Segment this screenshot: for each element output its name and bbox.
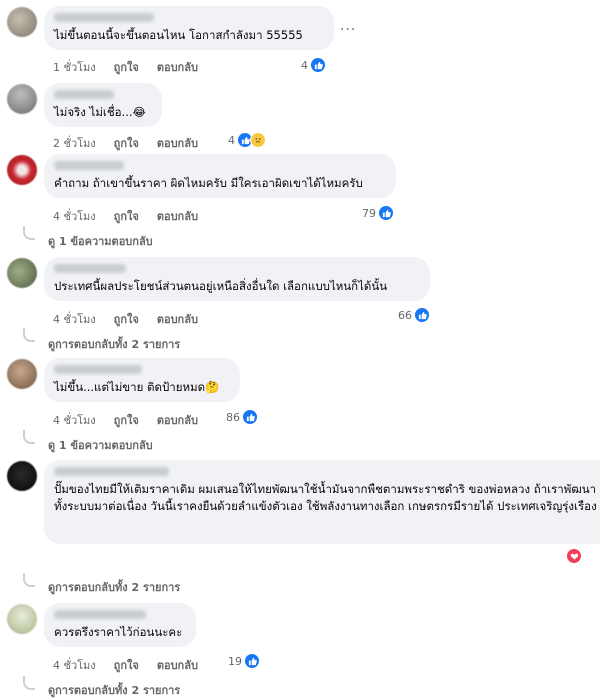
avatar[interactable] <box>7 604 37 634</box>
reaction-count: 86 <box>226 410 240 424</box>
like-reaction-icon <box>244 653 260 669</box>
commenter-name-redacted[interactable] <box>54 610 146 619</box>
reaction-summary[interactable]: 86 <box>226 409 258 425</box>
commenter-name-redacted[interactable] <box>54 365 142 374</box>
comment-bubble: ประเทศนี้ผลประโยชน์ส่วนตนอยู่เหนือสิ่งอื… <box>44 257 430 301</box>
reply-button[interactable]: ตอบกลับ <box>157 207 198 225</box>
like-button[interactable]: ถูกใจ <box>114 207 139 225</box>
avatar[interactable] <box>7 461 37 491</box>
comment-text: ไม่จริง ไม่เชื่อ...😂 <box>54 105 146 119</box>
view-replies-link[interactable]: ดู 1 ข้อความตอบกลับ <box>48 436 153 454</box>
comment-text: ควรตรึงราคาไว้ก่อนนะคะ <box>54 625 183 639</box>
reaction-summary[interactable]: 4 <box>301 57 326 73</box>
reaction-summary[interactable]: 19 <box>228 653 260 669</box>
comment-time[interactable]: 4 ชั่วโมง <box>53 656 96 674</box>
comment-bubble: ไม่ขึ้นตอนนี้จะขึ้นตอนไหน โอกาสกำลังมา 5… <box>44 6 334 50</box>
comment-actions: 4 ชั่วโมง ถูกใจ ตอบกลับ <box>53 656 198 674</box>
like-reaction-icon <box>414 307 430 323</box>
reply-button[interactable]: ตอบกลับ <box>157 656 198 674</box>
comment-actions: 4 ชั่วโมง ถูกใจ ตอบกลับ <box>53 207 198 225</box>
reaction-count: 4 <box>301 58 308 72</box>
comment-actions: 2 ชั่วโมง ถูกใจ ตอบกลับ <box>53 134 198 152</box>
reaction-count: 19 <box>228 654 242 668</box>
commenter-name-redacted[interactable] <box>54 90 114 99</box>
comment-time[interactable]: 4 ชั่วโมง <box>53 411 96 429</box>
reaction-summary[interactable]: 66 <box>398 307 430 323</box>
avatar[interactable] <box>7 359 37 389</box>
reply-button[interactable]: ตอบกลับ <box>157 134 198 152</box>
comment-actions: 4 ชั่วโมง ถูกใจ ตอบกลับ <box>53 310 198 328</box>
sad-reaction-icon <box>250 132 266 148</box>
comment-text: ปั๊มของไทยมีให้เติมราคาเดิม ผมเสนอให้ไทย… <box>54 482 597 513</box>
thread-connector <box>23 676 35 690</box>
reply-button[interactable]: ตอบกลับ <box>157 310 198 328</box>
commenter-name-redacted[interactable] <box>54 467 169 476</box>
comment-bubble: ควรตรึงราคาไว้ก่อนนะคะ <box>44 603 196 647</box>
reaction-count: 66 <box>398 308 412 322</box>
comment-actions: 4 ชั่วโมง ถูกใจ ตอบกลับ <box>53 411 198 429</box>
reaction-summary[interactable]: 4 <box>228 132 266 148</box>
like-button[interactable]: ถูกใจ <box>114 134 139 152</box>
comment-time[interactable]: 4 ชั่วโมง <box>53 310 96 328</box>
reaction-count: 79 <box>362 206 376 220</box>
comment-text: ไม่ขึ้นตอนนี้จะขึ้นตอนไหน โอกาสกำลังมา 5… <box>54 28 303 42</box>
comment-time[interactable]: 4 ชั่วโมง <box>53 207 96 225</box>
love-reaction-icon <box>567 549 581 563</box>
avatar[interactable] <box>7 84 37 114</box>
comment-bubble: ไม่ขึ้น...แต่ไม่ขาย ติดป้ายหมด🤔 <box>44 358 240 402</box>
thread-connector <box>23 573 35 587</box>
like-reaction-icon <box>242 409 258 425</box>
comment-text: ไม่ขึ้น...แต่ไม่ขาย ติดป้ายหมด🤔 <box>54 380 220 394</box>
like-reaction-icon <box>310 57 326 73</box>
view-replies-link[interactable]: ดูการตอบกลับทั้ง 2 รายการ <box>48 578 180 596</box>
thread-connector <box>23 328 35 342</box>
like-button[interactable]: ถูกใจ <box>114 411 139 429</box>
like-button[interactable]: ถูกใจ <box>114 58 139 76</box>
comment-bubble: ปั๊มของไทยมีให้เติมราคาเดิม ผมเสนอให้ไทย… <box>44 460 600 544</box>
comment-text: ประเทศนี้ผลประโยชน์ส่วนตนอยู่เหนือสิ่งอื… <box>54 279 388 293</box>
avatar[interactable] <box>7 258 37 288</box>
reply-button[interactable]: ตอบกลับ <box>157 411 198 429</box>
like-reaction-icon <box>378 205 394 221</box>
thread-connector <box>23 430 35 444</box>
reaction-count: 4 <box>228 133 235 147</box>
view-replies-link[interactable]: ดู 1 ข้อความตอบกลับ <box>48 232 153 250</box>
like-button[interactable]: ถูกใจ <box>114 310 139 328</box>
avatar[interactable] <box>7 155 37 185</box>
view-replies-link[interactable]: ดูการตอบกลับทั้ง 2 รายการ <box>48 681 180 699</box>
thread-connector <box>23 226 35 240</box>
comment-bubble: คำถาม ถ้าเขาขึ้นราคา ผิดไหมครับ มีใครเอา… <box>44 154 396 198</box>
avatar[interactable] <box>7 7 37 37</box>
commenter-name-redacted[interactable] <box>54 161 124 170</box>
commenter-name-redacted[interactable] <box>54 264 126 273</box>
like-button[interactable]: ถูกใจ <box>114 656 139 674</box>
reaction-summary[interactable]: 79 <box>362 205 394 221</box>
commenter-name-redacted[interactable] <box>54 13 154 22</box>
reply-button[interactable]: ตอบกลับ <box>157 58 198 76</box>
reaction-summary[interactable] <box>567 549 581 563</box>
comment-time[interactable]: 2 ชั่วโมง <box>53 134 96 152</box>
comment-actions: 1 ชั่วโมง ถูกใจ ตอบกลับ <box>53 58 198 76</box>
view-replies-link[interactable]: ดูการตอบกลับทั้ง 2 รายการ <box>48 335 180 353</box>
more-options-icon[interactable]: ··· <box>340 22 356 38</box>
comment-text: คำถาม ถ้าเขาขึ้นราคา ผิดไหมครับ มีใครเอา… <box>54 176 363 190</box>
comment-bubble: ไม่จริง ไม่เชื่อ...😂 <box>44 83 162 127</box>
comment-time[interactable]: 1 ชั่วโมง <box>53 58 96 76</box>
